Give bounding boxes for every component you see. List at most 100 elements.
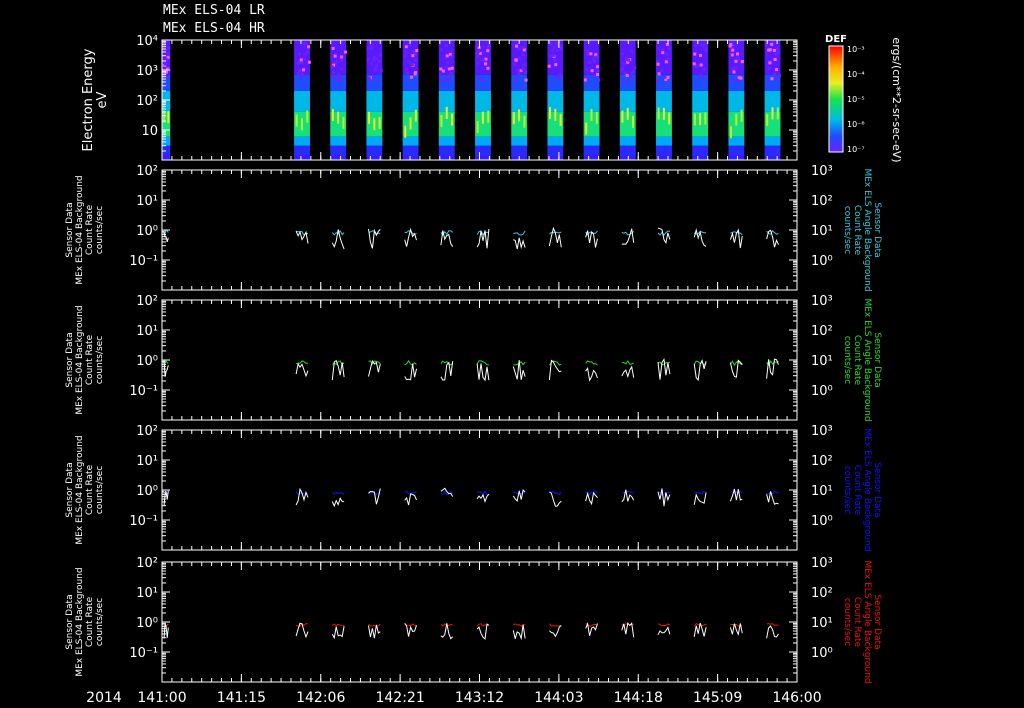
spectrogram-band [728, 90, 745, 112]
spectrogram-speck [298, 68, 302, 72]
colorbar [828, 45, 844, 153]
spectrogram-speck [331, 75, 335, 79]
spectrogram-speck [732, 70, 736, 74]
spectrogram-speck [633, 66, 637, 70]
spectrogram-core [487, 110, 490, 123]
spectrogram-speck [410, 62, 414, 66]
panel-green: 10⁻¹10⁰10¹10²10⁰10¹10²10³Sensor DataMEx … [65, 294, 882, 422]
panel-blue-trace [295, 487, 309, 506]
spectrogram-speck [449, 71, 453, 75]
panel-red-ylabel: Sensor DataMEx ELS-04 BackgroundCount Ra… [65, 567, 105, 676]
spectrogram-band [692, 136, 709, 146]
panel-blue-trace [368, 488, 381, 505]
panel-cyan-trace [766, 229, 779, 248]
spectrogram-core [590, 108, 593, 121]
spectrogram-speck [521, 67, 525, 71]
spectrogram-band [511, 136, 528, 146]
spectrogram-speck [374, 65, 378, 69]
spectrogram-band [583, 136, 600, 146]
spectrogram-core [766, 113, 769, 126]
spectrogram-speck [484, 57, 488, 61]
spectrogram-ytick-label: 10² [136, 94, 158, 109]
spectrogram-speck [403, 54, 407, 58]
panel-green-ylabel-line: MEx ELS-04 Background [75, 305, 85, 414]
spectrogram-speck [774, 68, 778, 72]
spectrogram-speck [163, 62, 167, 66]
spectrogram-speck [367, 76, 371, 80]
spectrogram-band [692, 145, 709, 157]
panel-red: 10⁻¹10⁰10¹10²10⁰10¹10²10³Sensor DataMEx … [65, 556, 882, 684]
panel-blue-trace [730, 491, 743, 495]
spectrogram-speck [596, 55, 600, 59]
colorbar-title: DEF [825, 34, 847, 45]
panel-blue-trace [476, 493, 490, 504]
spectrogram-speck [730, 53, 734, 57]
spectrogram-speck [166, 51, 170, 55]
spectrogram-speck [445, 76, 449, 80]
panel-red-rtick-label: 10³ [811, 556, 833, 571]
spectrogram-band [366, 145, 383, 157]
spectrogram-speck [516, 73, 520, 77]
panel-red-trace [295, 622, 309, 639]
spectrogram-speck [404, 50, 408, 54]
panel-red-trace [621, 622, 635, 638]
panel-cyan-ylabel: Sensor DataMEx ELS-04 BackgroundCount Ra… [65, 175, 105, 284]
spectrogram-speck [704, 46, 708, 50]
spectrogram-band [330, 90, 347, 112]
spectrogram-burst [764, 40, 781, 160]
time-tick-label: 142:21 [375, 690, 424, 706]
panel-blue-rtick-label: 10³ [811, 424, 833, 439]
spectrogram-band [475, 156, 491, 160]
spectrogram-speck [656, 60, 660, 64]
spectrogram-speck [660, 69, 664, 73]
time-year-label: 2014 [86, 690, 122, 706]
spectrogram-speck [524, 70, 528, 74]
spectrogram-band [475, 90, 491, 112]
spectrogram-speck [303, 57, 307, 61]
spectrogram-speck [306, 50, 310, 54]
panel-green-trace [621, 365, 635, 379]
spectrogram-speck [657, 72, 661, 76]
spectrogram-band [330, 156, 347, 160]
panel-blue-ytick-label: 10¹ [136, 454, 158, 469]
spectrogram-core [621, 110, 624, 123]
spectrogram-band [511, 145, 528, 157]
panel-red-ytick-label: 10⁰ [136, 616, 158, 631]
panel-green-rtick-label: 10⁰ [811, 384, 833, 399]
spectrogram-speck [476, 61, 480, 65]
panel-green-trace [585, 360, 598, 366]
spectrogram-speck [518, 56, 522, 60]
spectrogram-band [692, 156, 709, 160]
spectrogram-band [366, 136, 383, 146]
panel-cyan-trace [621, 228, 635, 245]
panel-cyan-rlabel-line: counts/sec [842, 206, 852, 254]
panel-green-trace [404, 363, 417, 381]
spectrogram-speck [413, 72, 417, 76]
spectrogram-band [475, 74, 491, 91]
spectrogram-speck [486, 66, 490, 70]
time-tick-label: 141:00 [137, 690, 186, 706]
panel-red-rtick-label: 10² [811, 586, 833, 601]
spectrogram-band [619, 74, 636, 91]
spectrogram-core [549, 107, 552, 120]
spectrogram-band [330, 40, 347, 75]
spectrogram-speck [377, 59, 381, 63]
spectrogram-speck [656, 78, 660, 82]
spectrogram-speck [589, 52, 593, 56]
spectrogram-burst [547, 40, 564, 160]
panel-blue-rtick-label: 10² [811, 454, 833, 469]
spectrogram-speck [699, 73, 703, 77]
spectrogram-core [554, 108, 557, 121]
spectrogram-speck [734, 66, 738, 70]
panel-blue-trace [766, 490, 779, 495]
spectrogram-speck [331, 46, 335, 50]
spectrogram-core [740, 109, 743, 122]
spectrogram-speck [440, 79, 444, 83]
spectrogram-speck [554, 63, 558, 67]
spectrogram-speck [331, 71, 335, 75]
panel-green-rtick-label: 10¹ [811, 354, 833, 369]
spectrogram-speck [657, 47, 661, 51]
panel-blue-trace [404, 493, 417, 506]
panel-cyan-trace [513, 230, 526, 236]
spectrogram-speck [551, 53, 555, 57]
